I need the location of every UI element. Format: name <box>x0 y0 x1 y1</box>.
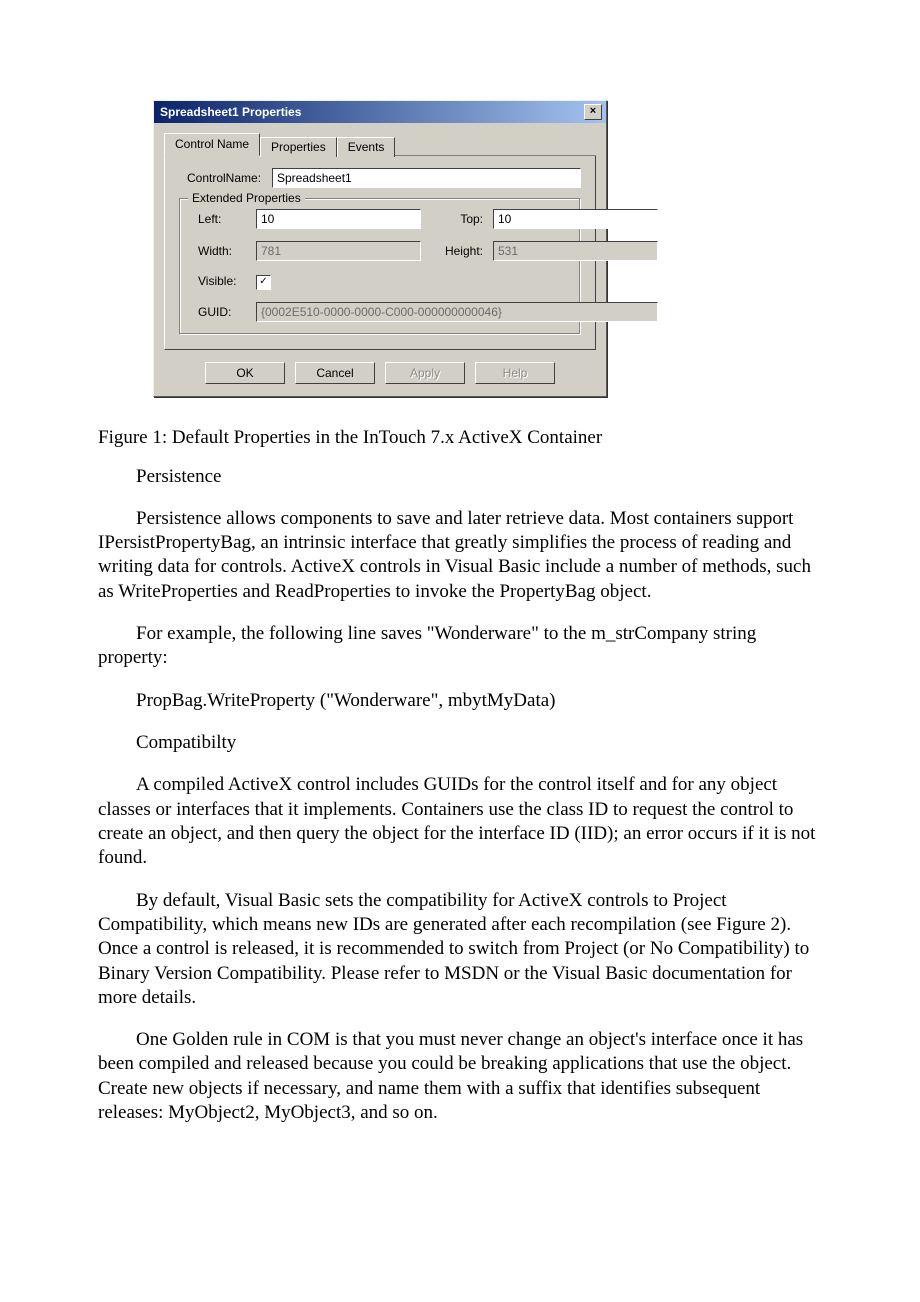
dialog-title: Spreadsheet1 Properties <box>160 105 301 119</box>
paragraph-compat-3: One Golden rule in COM is that you must … <box>98 1028 822 1125</box>
guid-label: GUID: <box>198 305 250 319</box>
dialog-button-row: OK Cancel Apply Help <box>154 362 606 396</box>
heading-compatibility: Compatibilty <box>98 731 822 755</box>
close-icon[interactable]: × <box>584 104 602 120</box>
visible-checkbox[interactable]: ✓ <box>256 275 271 290</box>
top-input[interactable] <box>493 209 658 229</box>
control-name-label: ControlName: <box>179 171 272 185</box>
cancel-button[interactable]: Cancel <box>295 362 375 384</box>
left-label: Left: <box>198 212 250 226</box>
ok-button[interactable]: OK <box>205 362 285 384</box>
tab-properties[interactable]: Properties <box>260 137 337 157</box>
document-page: Spreadsheet1 Properties × Control Name P… <box>0 0 920 1203</box>
tab-control-name[interactable]: Control Name <box>164 133 260 156</box>
guid-input <box>256 302 658 322</box>
visible-label: Visible: <box>198 274 250 288</box>
paragraph-example: For example, the following line saves "W… <box>98 622 822 671</box>
control-name-input[interactable] <box>272 168 581 188</box>
properties-dialog: Spreadsheet1 Properties × Control Name P… <box>153 100 607 397</box>
height-input <box>493 241 658 261</box>
extended-properties-legend: Extended Properties <box>188 191 305 205</box>
figure-caption: Figure 1: Default Properties in the InTo… <box>98 427 822 449</box>
height-label: Height: <box>427 244 487 258</box>
help-button: Help <box>475 362 555 384</box>
tab-strip: Control Name Properties Events <box>154 123 606 156</box>
tab-events[interactable]: Events <box>337 137 396 157</box>
extended-properties-group: Extended Properties Left: Top: Width: He… <box>179 198 581 335</box>
heading-persistence: Persistence <box>98 465 822 489</box>
top-label: Top: <box>427 212 487 226</box>
paragraph-compat-2: By default, Visual Basic sets the compat… <box>98 889 822 1011</box>
code-line: PropBag.WriteProperty ("Wonderware", mby… <box>98 689 822 713</box>
paragraph-compat-1: A compiled ActiveX control includes GUID… <box>98 773 822 870</box>
paragraph-persistence: Persistence allows components to save an… <box>98 507 822 604</box>
dialog-titlebar: Spreadsheet1 Properties × <box>154 101 606 123</box>
tab-panel: ControlName: Extended Properties Left: T… <box>164 156 596 350</box>
width-label: Width: <box>198 244 250 258</box>
apply-button: Apply <box>385 362 465 384</box>
left-input[interactable] <box>256 209 421 229</box>
width-input <box>256 241 421 261</box>
